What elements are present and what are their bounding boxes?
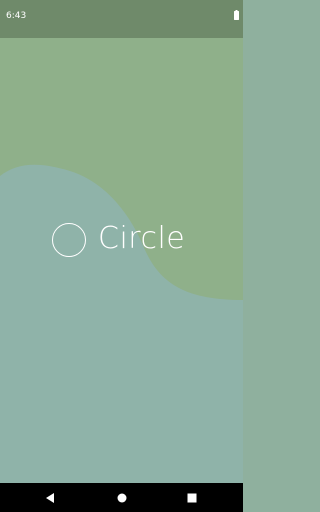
circle-outline-icon: [52, 223, 86, 257]
back-triangle-icon[interactable]: [42, 490, 58, 506]
splash-screen: Circle: [0, 38, 243, 483]
status-time: 6:43: [6, 11, 27, 21]
battery-full-icon: [234, 10, 239, 20]
splash-background: [0, 38, 243, 483]
navigation-bar: [0, 483, 243, 512]
status-bar: 6:43: [0, 0, 243, 38]
app-name: Circle: [98, 221, 186, 256]
recents-square-icon[interactable]: [184, 490, 200, 506]
app-logo: Circle: [52, 221, 202, 260]
home-circle-icon[interactable]: [114, 490, 130, 506]
